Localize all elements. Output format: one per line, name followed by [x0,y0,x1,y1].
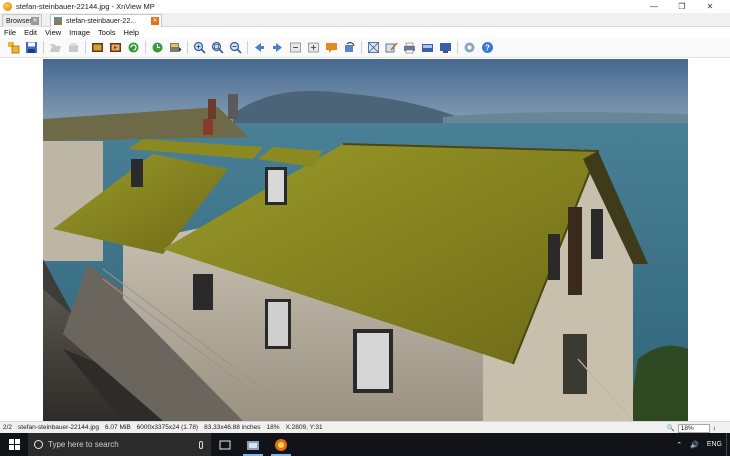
close-icon[interactable]: ✕ [31,17,39,25]
menu-view[interactable]: View [41,28,65,37]
image-thumbnail-icon [54,17,62,25]
zoom-out-icon[interactable] [228,40,243,55]
settings-icon[interactable] [462,40,477,55]
browser-icon[interactable] [6,40,21,55]
scan-icon[interactable] [420,40,435,55]
toolbar-separator [187,41,188,54]
print-preview-icon[interactable] [66,40,81,55]
menu-help[interactable]: Help [120,28,143,37]
xnview-icon[interactable] [267,433,295,456]
menu-image[interactable]: Image [65,28,94,37]
tab-bar: Browser ✕ stefan-steinbauer-22... ✕ [0,13,730,27]
cortana-icon [34,440,43,449]
toolbar-separator [247,41,248,54]
volume-icon[interactable]: 🔊 [686,441,703,449]
zoom-control: 🔍 18% ↕ [667,423,716,433]
search-placeholder: Type here to search [48,440,119,449]
export-icon[interactable] [168,40,183,55]
tab-browser-label: Browser [6,17,32,25]
comment-icon[interactable] [324,40,339,55]
desktop-icon[interactable] [438,40,453,55]
next-icon[interactable] [270,40,285,55]
status-print-size: 83.33x46.88 inches [204,424,261,431]
status-dimensions: 6000x3375x24 (1.78) [136,424,199,431]
slideshow-icon[interactable] [108,40,123,55]
crop-icon[interactable] [366,40,381,55]
refresh-icon[interactable] [126,40,141,55]
status-coords: X:2809, Y:31 [285,424,323,431]
toolbar-separator [145,41,146,54]
menu-bar: File Edit View Image Tools Help [0,27,730,38]
zoom-in-icon[interactable] [192,40,207,55]
tab-image[interactable]: stefan-steinbauer-22... ✕ [50,14,162,27]
system-tray: ⌃ 🔊 ENG [672,433,730,456]
close-icon[interactable]: ✕ [151,17,159,25]
window-controls: — ❐ ✕ [640,0,724,13]
menu-edit[interactable]: Edit [20,28,41,37]
rotate-icon[interactable] [150,40,165,55]
zoom-stepper-icon[interactable]: ↕ [713,425,716,432]
status-filesize: 6.07 MiB [105,424,131,431]
last-icon[interactable] [306,40,321,55]
window-title: stefan-steinbauer-22144.jpg - XnView MP [16,2,155,11]
show-desktop-button[interactable] [726,433,730,456]
image-viewer[interactable] [0,59,730,421]
microphone-icon[interactable] [199,440,203,449]
previous-icon[interactable] [252,40,267,55]
help-icon[interactable]: ? [480,40,495,55]
fullscreen-icon[interactable] [90,40,105,55]
open-icon[interactable] [48,40,63,55]
explorer-icon[interactable] [239,433,267,456]
chevron-up-icon[interactable]: ⌃ [672,441,686,449]
toolbar-separator [85,41,86,54]
status-bar: 2/2 stefan-steinbauer-22144.jpg 6.07 MiB… [0,421,730,433]
zoom-icon[interactable]: 🔍 [667,424,675,432]
status-filename: stefan-steinbauer-22144.jpg [18,424,99,431]
language-indicator[interactable]: ENG [703,441,726,448]
restore-icon[interactable]: ❐ [668,0,696,13]
taskbar-search[interactable]: Type here to search [28,433,211,456]
toolbar-separator [361,41,362,54]
photo-alcatraz-building[interactable] [43,59,688,421]
minimize-icon[interactable]: — [640,0,668,13]
toolbar: ? [0,38,730,58]
rotate-left-icon[interactable] [342,40,357,55]
close-icon[interactable]: ✕ [696,0,724,13]
status-zoom: 18% [266,424,280,431]
svg-text:?: ? [485,44,490,53]
status-index: 2/2 [3,424,13,431]
edit-icon[interactable] [384,40,399,55]
zoom-fit-icon[interactable] [210,40,225,55]
first-icon[interactable] [288,40,303,55]
title-bar: stefan-steinbauer-22144.jpg - XnView MP … [0,0,730,13]
toolbar-separator [457,41,458,54]
menu-tools[interactable]: Tools [94,28,120,37]
menu-file[interactable]: File [0,28,20,37]
windows-taskbar: Type here to search ⌃ 🔊 ENG [0,433,730,456]
toolbar-separator [43,41,44,54]
zoom-select[interactable]: 18% [677,423,710,433]
print-icon[interactable] [402,40,417,55]
tab-image-label: stefan-steinbauer-22... [66,17,137,25]
tab-browser[interactable]: Browser ✕ [2,14,42,27]
save-icon[interactable] [24,40,39,55]
task-view-icon[interactable] [211,433,239,456]
windows-start-icon[interactable] [0,433,28,456]
xnview-app-icon [3,2,12,11]
